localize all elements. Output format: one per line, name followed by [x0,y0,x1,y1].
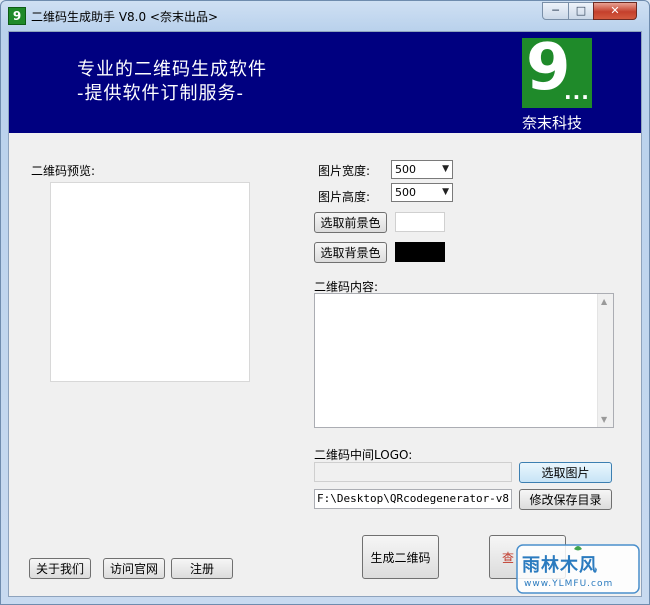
chevron-down-icon: ▼ [442,164,449,174]
title-bar[interactable]: 9 二维码生成助手 V8.0 <奈末出品> ─ □ ✕ [1,1,649,31]
foreground-swatch [395,212,445,232]
maximize-button[interactable]: □ [568,2,594,20]
width-label: 图片宽度: [318,164,371,178]
logo-dots: ... [564,80,590,104]
visit-website-button[interactable]: 访问官网 [103,558,165,579]
scroll-down-icon[interactable]: ▼ [601,415,607,424]
pick-image-button[interactable]: 选取图片 [519,462,612,483]
qr-preview [50,182,250,382]
width-select[interactable]: 500 ▼ [391,160,453,179]
logo-label: 二维码中间LOGO: [314,448,413,462]
app-window: 9 二维码生成助手 V8.0 <奈末出品> ─ □ ✕ 专业的二维码生成软件 -… [0,0,650,605]
watermark-text: 雨林木风 [522,555,598,576]
content-textarea[interactable]: ▲ ▼ [314,293,614,428]
save-path-field[interactable]: F:\Desktop\QRcodegenerator-v8.0\ [314,489,512,509]
width-value: 500 [395,163,416,176]
banner: 专业的二维码生成软件 -提供软件订制服务- 9 ... 奈末科技 [9,31,641,133]
register-button[interactable]: 注册 [171,558,233,579]
scroll-up-icon[interactable]: ▲ [601,297,607,306]
chevron-down-icon: ▼ [442,187,449,197]
watermark-url: www.YLMFU.com [524,579,614,589]
height-select[interactable]: 500 ▼ [391,183,453,202]
banner-slogan: 专业的二维码生成软件 [77,59,267,80]
pick-background-button[interactable]: 选取背景色 [314,242,387,263]
client-area: 专业的二维码生成软件 -提供软件订制服务- 9 ... 奈末科技 二维码预览: … [8,31,642,597]
company-logo: 9 ... [522,31,592,108]
close-button[interactable]: ✕ [593,2,637,20]
generate-qr-button[interactable]: 生成二维码 [362,535,439,579]
minimize-button[interactable]: ─ [542,2,569,20]
content-scrollbar[interactable]: ▲ ▼ [597,294,613,427]
background-swatch [395,242,445,262]
change-save-dir-button[interactable]: 修改保存目录 [519,489,612,510]
window-title: 二维码生成助手 V8.0 <奈末出品> [31,10,219,24]
logo-path-field [314,462,512,482]
height-label: 图片高度: [318,190,371,204]
watermark: 雨林木风 www.YLMFU.com [516,541,641,596]
height-value: 500 [395,186,416,199]
pick-foreground-button[interactable]: 选取前景色 [314,212,387,233]
preview-label: 二维码预览: [31,164,96,178]
company-name: 奈末科技 [522,114,583,132]
app-icon: 9 [8,7,26,25]
banner-service: -提供软件订制服务- [77,83,244,104]
about-button[interactable]: 关于我们 [29,558,91,579]
